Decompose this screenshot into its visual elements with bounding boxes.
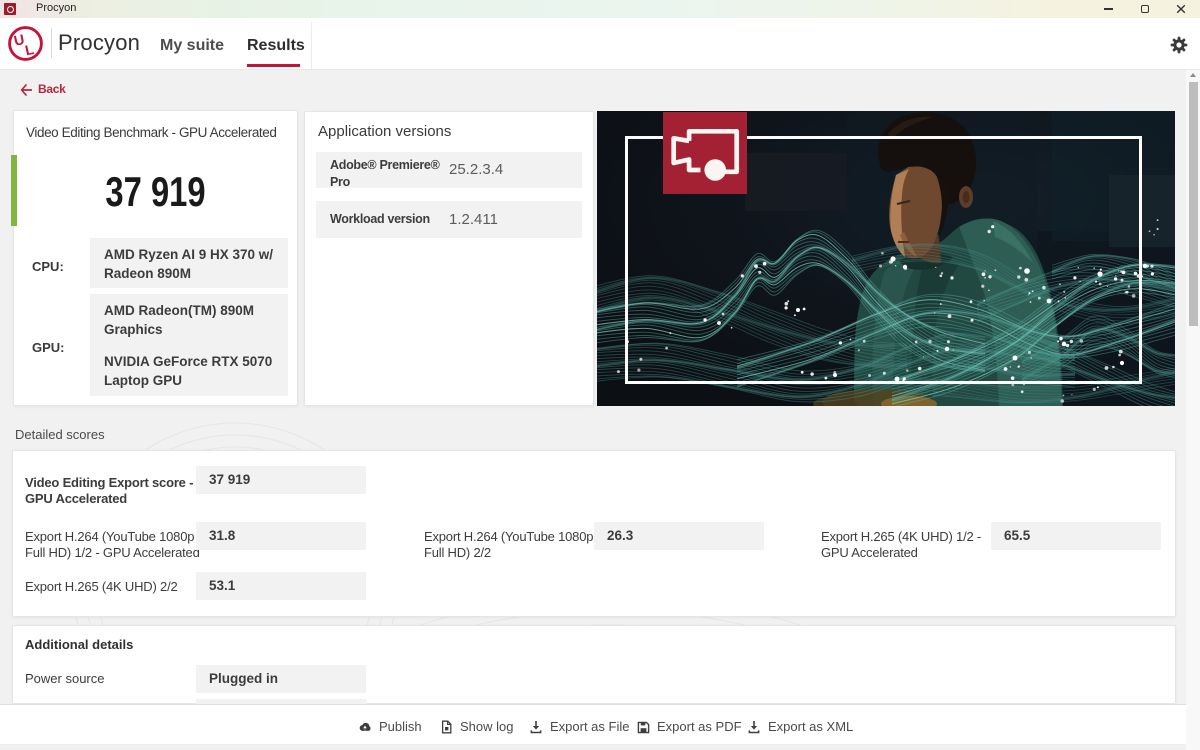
svg-text:L: L xyxy=(24,42,36,60)
